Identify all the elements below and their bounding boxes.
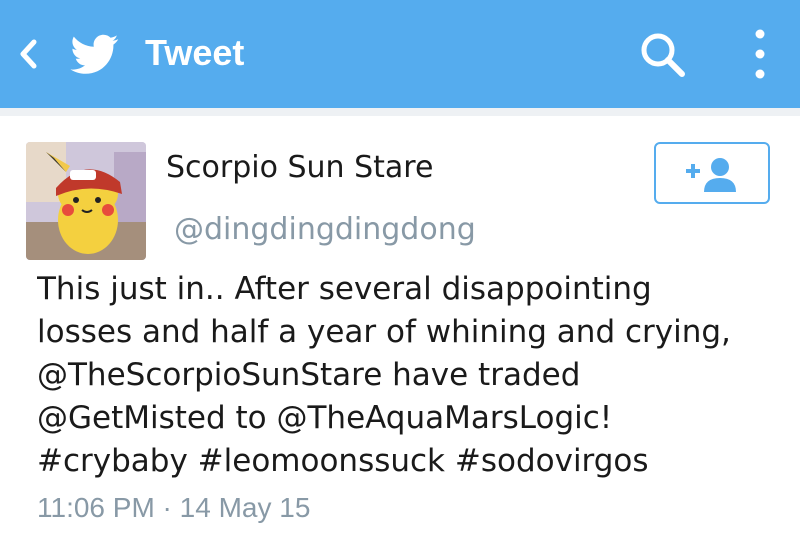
tweet-line: This just in.. After several disappointi… (37, 271, 652, 307)
tweet-timestamp: 11:06 PM · 14 May 15 (37, 492, 311, 523)
chevron-left-icon[interactable] (18, 36, 40, 72)
user-display-name[interactable]: Scorpio Sun Stare (166, 150, 433, 186)
twitter-bird-icon (70, 34, 119, 74)
more-vertical-icon[interactable] (748, 26, 772, 82)
avatar[interactable] (26, 142, 146, 260)
follow-button[interactable] (654, 142, 770, 204)
search-icon[interactable] (638, 30, 686, 78)
avatar-image (26, 142, 146, 260)
tweet-line[interactable]: @GetMisted to @TheAquaMarsLogic! (37, 397, 777, 440)
tweet-line[interactable]: #crybaby #leomoonssuck #sodovirgos (37, 440, 777, 480)
page-title: Tweet (145, 32, 245, 73)
top-app-bar: Tweet (0, 0, 800, 108)
user-handle[interactable]: @dingdingdingdong (174, 212, 476, 248)
tweet-line[interactable]: @TheScorpioSunStare have traded (37, 354, 777, 397)
tweet-line: losses and half a year of whining and cr… (37, 314, 731, 350)
tweet-text: This just in.. After several disappointi… (37, 268, 777, 480)
add-user-icon (686, 158, 736, 192)
header-divider (0, 108, 800, 116)
